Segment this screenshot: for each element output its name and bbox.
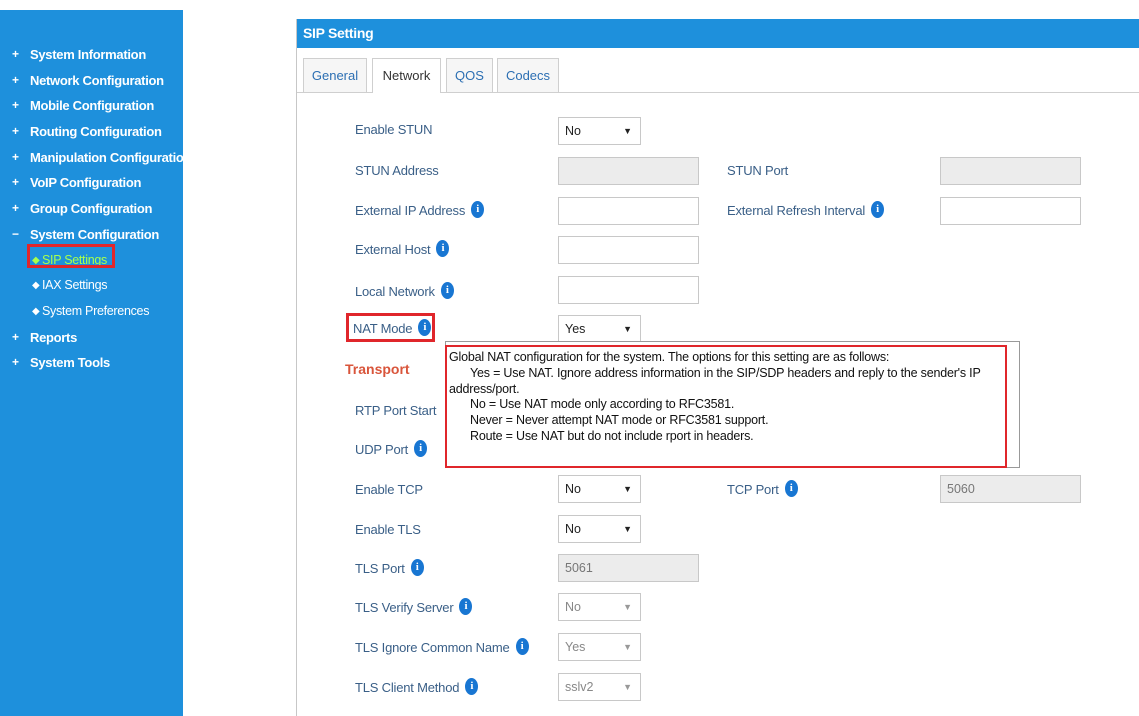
caret-down-icon: ▼ (623, 642, 632, 652)
transport-heading: Transport (345, 361, 410, 377)
tab-general[interactable]: General (303, 58, 367, 92)
tls-port-input[interactable]: 5061 (558, 554, 699, 582)
enable-tcp-label: Enable TCP (355, 482, 423, 497)
nav-group-configuration[interactable]: + Group Configuration (0, 196, 191, 222)
udp-port-label: UDP Port i (355, 440, 428, 458)
tls-client-method-label: TLS Client Method i (355, 678, 479, 696)
expand-icon: + (12, 72, 19, 87)
expand-icon: + (12, 149, 19, 164)
nav-manipulation-configuration[interactable]: + Manipulation Configuration (0, 145, 191, 171)
rtp-port-start-label: RTP Port Start (355, 403, 437, 418)
tooltip-line: address/port. (449, 381, 520, 396)
local-network-label: Local Network i (355, 282, 454, 300)
expand-icon: + (12, 47, 19, 61)
tls-verify-server-label: TLS Verify Server i (355, 598, 473, 616)
external-refresh-input[interactable] (940, 197, 1081, 225)
stun-port-input[interactable] (940, 157, 1081, 185)
external-refresh-label: External Refresh Interval i (727, 201, 885, 219)
tooltip-line: Never = Never attempt NAT mode or RFC358… (470, 413, 769, 428)
sidebar-nav: + System Information + Network Configurati… (0, 42, 191, 376)
caret-down-icon: ▼ (623, 602, 632, 612)
info-icon[interactable]: i (515, 638, 529, 656)
caret-down-icon: ▼ (623, 324, 632, 334)
tls-verify-server-select[interactable]: No ▼ (558, 593, 641, 621)
caret-down-icon: ▼ (623, 126, 632, 136)
expand-icon: + (12, 201, 19, 216)
tooltip-line: Route = Use NAT but do not include rport… (470, 428, 754, 443)
nav-mobile-configuration[interactable]: + Mobile Configuration (0, 93, 191, 119)
nav-reports[interactable]: + Reports (0, 325, 191, 351)
stun-address-label: STUN Address (355, 163, 439, 178)
enable-tls-label: Enable TLS (355, 522, 421, 537)
enable-tcp-select[interactable]: No ▼ (558, 475, 641, 503)
caret-down-icon: ▼ (623, 682, 632, 692)
caret-down-icon: ▼ (623, 524, 632, 534)
nav-iax-settings[interactable]: ◆ IAX Settings (0, 273, 191, 299)
info-icon[interactable]: i (471, 201, 485, 219)
tab-network[interactable]: Network (372, 58, 441, 93)
info-icon[interactable]: i (871, 201, 885, 219)
caret-down-icon: ▼ (623, 484, 632, 494)
external-ip-input[interactable] (558, 197, 699, 225)
expand-icon: + (12, 98, 19, 113)
tooltip-line: Yes = Use NAT. Ignore address informatio… (470, 365, 981, 380)
tooltip-text: Global NAT configuration for the system.… (449, 350, 1007, 445)
expand-icon: + (12, 175, 19, 190)
nav-network-configuration[interactable]: + Network Configuration (0, 68, 191, 94)
nav-routing-configuration[interactable]: + Routing Configuration (0, 119, 191, 145)
nat-mode-highlight (346, 313, 435, 342)
tooltip-line: No = Use NAT mode only according to RFC3… (470, 397, 735, 412)
enable-tls-select[interactable]: No ▼ (558, 515, 641, 543)
enable-stun-label: Enable STUN (355, 122, 433, 137)
tls-ignore-common-name-label: TLS Ignore Common Name i (355, 638, 529, 656)
local-network-input[interactable] (558, 276, 699, 304)
bullet-icon: ◆ (32, 280, 40, 292)
nat-mode-select[interactable]: Yes ▼ (558, 315, 641, 343)
tls-port-label: TLS Port i (355, 559, 424, 577)
info-icon[interactable]: i (784, 480, 798, 498)
expand-icon: + (12, 124, 19, 139)
tab-qos[interactable]: QOS (446, 58, 493, 92)
stun-address-input[interactable] (558, 157, 699, 185)
info-icon[interactable]: i (465, 678, 479, 696)
tooltip-line: Global NAT configuration for the system.… (449, 350, 890, 364)
active-nav-highlight (27, 244, 115, 268)
enable-stun-select[interactable]: No ▼ (558, 117, 641, 145)
nav-system-preferences[interactable]: ◆ System Preferences (0, 299, 191, 325)
info-icon[interactable]: i (440, 282, 454, 300)
info-icon[interactable]: i (414, 440, 428, 458)
tls-client-method-select[interactable]: sslv2 ▼ (558, 673, 641, 701)
expand-icon: + (12, 355, 19, 370)
tab-bar: General Network QOS Codecs (297, 48, 1139, 93)
stun-port-label: STUN Port (727, 163, 789, 178)
external-host-label: External Host i (355, 240, 450, 258)
info-icon[interactable]: i (410, 559, 424, 577)
tls-ignore-common-name-select[interactable]: Yes ▼ (558, 633, 641, 661)
nav-voip-configuration[interactable]: + VoIP Configuration (0, 170, 191, 196)
info-icon[interactable]: i (436, 240, 450, 258)
nav-system-tools[interactable]: + System Tools (0, 350, 191, 376)
tcp-port-input[interactable]: 5060 (940, 475, 1081, 503)
tcp-port-label: TCP Port i (727, 480, 798, 498)
info-icon[interactable]: i (459, 598, 473, 616)
external-ip-label: External IP Address i (355, 201, 485, 219)
bullet-icon: ◆ (32, 305, 40, 317)
nav-system-information[interactable]: + System Information (0, 42, 191, 68)
sidebar: + System Information + Network Configurati… (0, 10, 191, 716)
external-host-input[interactable] (558, 236, 699, 264)
expand-icon: + (12, 329, 19, 344)
tab-codecs[interactable]: Codecs (497, 58, 559, 92)
collapse-icon: − (12, 226, 19, 241)
panel-title: SIP Setting (297, 19, 1139, 48)
